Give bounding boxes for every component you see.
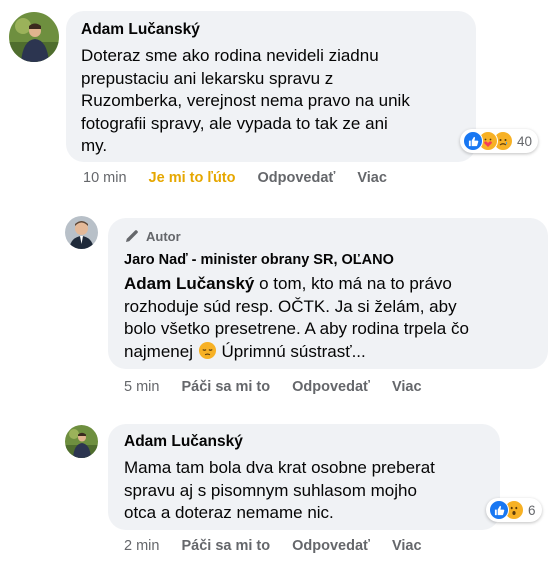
comment-line: spravu aj s pisomnym suhlasom mojho bbox=[124, 480, 417, 500]
comment-text: Doteraz sme ako rodina nevideli ziadnu p… bbox=[81, 45, 462, 158]
comment-time[interactable]: 10 min bbox=[83, 170, 127, 186]
like-button[interactable]: Páči sa mi to bbox=[181, 379, 270, 395]
comment-text: Adam Lučanský o tom, kto má na to právo … bbox=[124, 273, 534, 363]
comment-line: prepustaciu ani lekarsku spravu z bbox=[81, 68, 334, 88]
reaction-count: 40 bbox=[517, 133, 533, 149]
comment-author[interactable]: Jaro Naď - minister obrany SR, OĽANO bbox=[124, 252, 534, 268]
comment-bubble: Adam Lučanský Doteraz sme ako rodina nev… bbox=[66, 11, 476, 162]
pencil-icon bbox=[126, 230, 138, 242]
comment-author[interactable]: Adam Lučanský bbox=[124, 433, 486, 451]
comment-actions: 5 min Páči sa mi to Odpovedať Viac bbox=[124, 379, 444, 395]
mention-link[interactable]: Adam Lučanský bbox=[124, 274, 254, 293]
more-button[interactable]: Viac bbox=[392, 538, 422, 554]
comment-line-text: Úprimnú sústrasť... bbox=[216, 341, 366, 361]
reaction-summary[interactable]: 40 bbox=[460, 129, 539, 153]
comment-text: Mama tam bola dva krat osobne preberat s… bbox=[124, 457, 486, 525]
author-badge: Autor bbox=[124, 228, 534, 244]
comment-time[interactable]: 5 min bbox=[124, 379, 159, 395]
comment-line-text: najmenej bbox=[124, 341, 198, 361]
pensive-face-icon bbox=[198, 341, 216, 359]
comment-line: otca a doteraz nemame nic. bbox=[124, 503, 334, 522]
avatar[interactable] bbox=[65, 216, 98, 249]
avatar[interactable] bbox=[65, 425, 98, 458]
like-icon bbox=[489, 500, 509, 520]
more-button[interactable]: Viac bbox=[392, 379, 422, 395]
comment-line: najmenej Úprimnú sústrasť... bbox=[124, 341, 534, 364]
comment-line-text: o tom, kto má na to právo bbox=[254, 274, 452, 293]
more-button[interactable]: Viac bbox=[357, 170, 387, 186]
comment-time[interactable]: 2 min bbox=[124, 538, 159, 554]
comment-line: Mama tam bola dva krat osobne preberat bbox=[124, 458, 435, 477]
comment-line: bolo všetko presetrene. A aby rodina trp… bbox=[124, 319, 469, 338]
comment-line: Ruzomberka, verejnost nema pravo na unik bbox=[81, 91, 410, 110]
reply-button[interactable]: Odpovedať bbox=[292, 379, 370, 395]
comment-line: Adam Lučanský o tom, kto má na to právo bbox=[124, 273, 534, 296]
comment-actions: 2 min Páči sa mi to Odpovedať Viac bbox=[124, 538, 444, 554]
comment-actions: 10 min Je mi to ľúto Odpovedať Viac bbox=[83, 170, 409, 186]
comment-bubble: Autor Jaro Naď - minister obrany SR, OĽA… bbox=[108, 218, 548, 369]
like-icon bbox=[463, 131, 483, 151]
reaction-summary[interactable]: 6 bbox=[486, 498, 542, 522]
reply-button[interactable]: Odpovedať bbox=[257, 170, 335, 186]
comment-line: my. bbox=[81, 136, 108, 155]
reaction-count: 6 bbox=[528, 502, 536, 518]
avatar[interactable] bbox=[9, 12, 59, 62]
comment-line: Doteraz sme ako rodina nevideli ziadnu bbox=[81, 46, 379, 65]
reaction-button[interactable]: Je mi to ľúto bbox=[149, 170, 236, 186]
like-button[interactable]: Páči sa mi to bbox=[181, 538, 270, 554]
comment-line: rozhoduje súd resp. OČTK. Ja si želám, a… bbox=[124, 296, 457, 316]
comment-line: fotografii spravy, ale vypada to tak ze … bbox=[81, 113, 388, 133]
reply-button[interactable]: Odpovedať bbox=[292, 538, 370, 554]
comment-bubble: Adam Lučanský Mama tam bola dva krat oso… bbox=[108, 424, 500, 530]
author-badge-label: Autor bbox=[146, 228, 181, 244]
comment-author[interactable]: Adam Lučanský bbox=[81, 21, 462, 39]
